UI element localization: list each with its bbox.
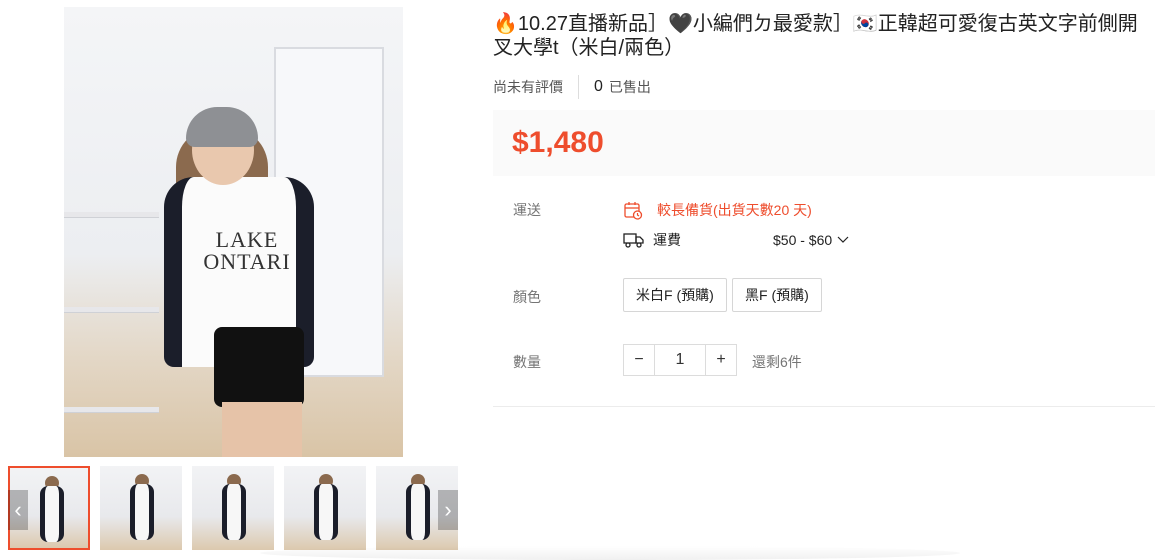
shipping-fee-label: 運費 <box>653 232 681 248</box>
image-shelf <box>64 212 159 218</box>
thumbnail-figure <box>40 486 64 542</box>
print-line-2: ONTARI <box>203 249 291 274</box>
product-title: 🔥10.27直播新品］🖤小編們ㄉ最愛款］🇰🇷正韓超可愛復古英文字前側開叉大學t（… <box>493 13 1138 59</box>
calendar-clock-icon <box>623 200 657 220</box>
product-meta: 尚未有評價 0 已售出 <box>493 75 651 99</box>
thumbnail-figure <box>222 484 246 540</box>
shipping-label: 運送 <box>513 202 541 218</box>
section-divider <box>493 406 1155 407</box>
quantity-increase-button[interactable]: + <box>705 344 737 376</box>
thumbnail-figure <box>314 484 338 540</box>
thumbnail-figure <box>406 484 430 540</box>
sold-count: 0 <box>594 78 603 95</box>
thumbnail-figure <box>130 484 154 540</box>
print-line-1: LAKE <box>215 227 279 252</box>
variant-option-black[interactable]: 黑F (預購) <box>732 278 822 312</box>
preorder-text: 較長備貨(出貨天數20 天) <box>657 202 812 218</box>
image-shelf <box>64 307 159 313</box>
quantity-label: 數量 <box>513 354 541 370</box>
model-legs <box>222 402 302 457</box>
image-shelf <box>64 407 159 413</box>
chevron-down-icon[interactable] <box>837 236 849 244</box>
rating-text: 尚未有評價 <box>493 79 563 95</box>
quantity-input[interactable]: 1 <box>655 344 705 376</box>
thumbnail-2[interactable] <box>100 466 182 550</box>
thumbnail-prev-arrow-icon[interactable]: ‹ <box>8 490 28 530</box>
product-main-image[interactable]: LAKE ONTARI <box>64 7 403 457</box>
shipping-fee-row[interactable]: 運費 $50 - $60 <box>623 230 849 250</box>
price-section: $1,480 <box>493 110 1155 176</box>
product-price: $1,480 <box>512 126 604 159</box>
bottom-shadow <box>260 546 960 560</box>
sweatshirt-print: LAKE ONTARI <box>192 229 302 273</box>
shipping-fee-value: $50 - $60 <box>773 232 833 248</box>
thumbnail-4[interactable] <box>284 466 366 550</box>
meta-divider <box>578 75 579 99</box>
thumbnail-3[interactable] <box>192 466 274 550</box>
model-shorts <box>214 327 304 407</box>
sold-label: 已售出 <box>608 79 651 95</box>
preorder-notice: 較長備貨(出貨天數20 天) <box>623 200 812 220</box>
stock-remaining: 還剩6件 <box>752 354 802 370</box>
thumbnail-strip: ‹ › <box>8 466 458 550</box>
variant-option-ivory[interactable]: 米白F (預購) <box>623 278 727 312</box>
quantity-stepper: − 1 + <box>623 344 737 376</box>
model-beanie <box>186 107 258 147</box>
quantity-decrease-button[interactable]: − <box>623 344 655 376</box>
thumbnail-next-arrow-icon[interactable]: › <box>438 490 458 530</box>
truck-icon <box>623 231 653 249</box>
color-label: 顏色 <box>513 289 541 305</box>
